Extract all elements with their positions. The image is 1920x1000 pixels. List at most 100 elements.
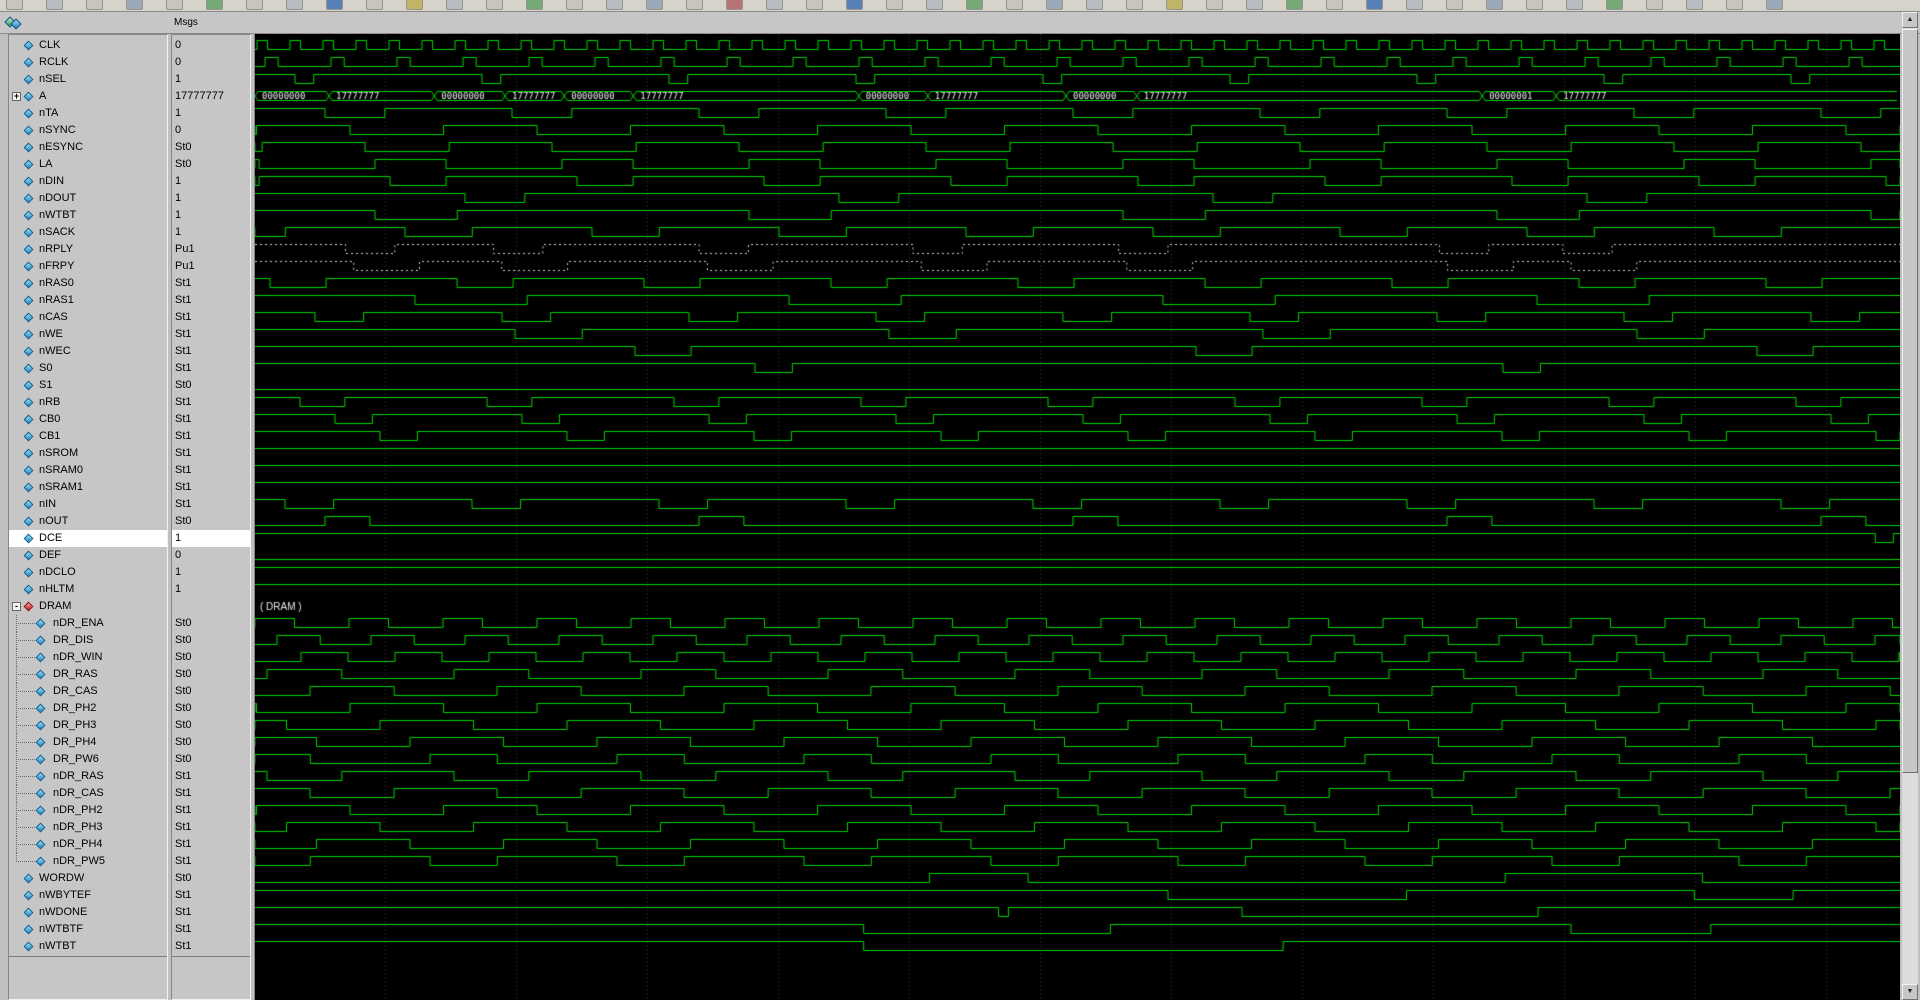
signal-row-LA[interactable]: LA (9, 156, 167, 173)
signal-value-nRAS1[interactable]: St1 (172, 292, 250, 309)
signal-row-nWTBT[interactable]: nWTBT (9, 938, 167, 955)
signal-value-nDR_PH4[interactable]: St1 (172, 836, 250, 853)
signal-row-nCAS[interactable]: nCAS (9, 309, 167, 326)
collapse-icon[interactable]: - (12, 602, 21, 611)
signal-row-DRAM[interactable]: -DRAM (9, 598, 167, 615)
signal-value-nDIN[interactable]: 1 (172, 173, 250, 190)
toolbar-icon-fragment[interactable] (1606, 0, 1623, 10)
signal-row-nRB[interactable]: nRB (9, 394, 167, 411)
toolbar-icon-fragment[interactable] (1646, 0, 1663, 10)
signal-row-nWTBT[interactable]: nWTBT (9, 207, 167, 224)
signal-row-nWE[interactable]: nWE (9, 326, 167, 343)
signal-value-nDR_PH2[interactable]: St1 (172, 802, 250, 819)
toolbar-icon-fragment[interactable] (6, 0, 23, 10)
signal-row-nFRPY[interactable]: nFRPY (9, 258, 167, 275)
signal-value-DR_PH4[interactable]: St0 (172, 734, 250, 751)
signal-value-nESYNC[interactable]: St0 (172, 139, 250, 156)
signal-value-nSYNC[interactable]: 0 (172, 122, 250, 139)
signal-value-RCLK[interactable]: 0 (172, 54, 250, 71)
toolbar-icon-fragment[interactable] (1006, 0, 1023, 10)
signal-value-nSACK[interactable]: 1 (172, 224, 250, 241)
toolbar-icon-fragment[interactable] (1766, 0, 1783, 10)
toolbar-icon-fragment[interactable] (766, 0, 783, 10)
signal-row-nSYNC[interactable]: nSYNC (9, 122, 167, 139)
toolbar-icon-fragment[interactable] (1406, 0, 1423, 10)
signal-value-nDR_ENA[interactable]: St0 (172, 615, 250, 632)
signal-row-nDCLO[interactable]: nDCLO (9, 564, 167, 581)
signal-row-S1[interactable]: S1 (9, 377, 167, 394)
toolbar-icon-fragment[interactable] (606, 0, 623, 10)
toolbar-icon-fragment[interactable] (286, 0, 303, 10)
signal-row-nWDONE[interactable]: nWDONE (9, 904, 167, 921)
signal-value-DR_PW6[interactable]: St0 (172, 751, 250, 768)
signal-row-DR_PH3[interactable]: DR_PH3 (9, 717, 167, 734)
signal-value-nRAS0[interactable]: St1 (172, 275, 250, 292)
signal-row-nHLTM[interactable]: nHLTM (9, 581, 167, 598)
toolbar-icon-fragment[interactable] (166, 0, 183, 10)
signal-value-DR_RAS[interactable]: St0 (172, 666, 250, 683)
toolbar-icon-fragment[interactable] (1686, 0, 1703, 10)
signal-row-CB1[interactable]: CB1 (9, 428, 167, 445)
toolbar-icon-fragment[interactable] (806, 0, 823, 10)
toolbar-icon-fragment[interactable] (1086, 0, 1103, 10)
toolbar-icon-fragment[interactable] (886, 0, 903, 10)
signal-value-A[interactable]: 17777777 (172, 88, 250, 105)
signal-row-nSACK[interactable]: nSACK (9, 224, 167, 241)
signal-value-nTA[interactable]: 1 (172, 105, 250, 122)
toolbar-icon-fragment[interactable] (966, 0, 983, 10)
signal-value-nDCLO[interactable]: 1 (172, 564, 250, 581)
signal-row-nTA[interactable]: nTA (9, 105, 167, 122)
toolbar-icon-fragment[interactable] (366, 0, 383, 10)
signal-row-RCLK[interactable]: RCLK (9, 54, 167, 71)
signal-row-nDR_PH4[interactable]: nDR_PH4 (9, 836, 167, 853)
toolbar-icon-fragment[interactable] (326, 0, 343, 10)
toolbar-icon-fragment[interactable] (126, 0, 143, 10)
toolbar-icon-fragment[interactable] (1326, 0, 1343, 10)
signal-value-CB1[interactable]: St1 (172, 428, 250, 445)
signal-value-LA[interactable]: St0 (172, 156, 250, 173)
signal-row-nSRAM0[interactable]: nSRAM0 (9, 462, 167, 479)
toolbar-icon-fragment[interactable] (1126, 0, 1143, 10)
signal-row-nOUT[interactable]: nOUT (9, 513, 167, 530)
signal-row-DR_CAS[interactable]: DR_CAS (9, 683, 167, 700)
signal-value-nWTBT[interactable]: 1 (172, 207, 250, 224)
toolbar-icon-fragment[interactable] (1046, 0, 1063, 10)
signal-row-DEF[interactable]: DEF (9, 547, 167, 564)
signal-value-DR_PH3[interactable]: St0 (172, 717, 250, 734)
toolbar-icon-fragment[interactable] (1286, 0, 1303, 10)
toolbar-icon-fragment[interactable] (1206, 0, 1223, 10)
waveform-canvas[interactable] (255, 34, 1900, 1000)
signal-value-nDR_WIN[interactable]: St0 (172, 649, 250, 666)
signal-row-nWTBTF[interactable]: nWTBTF (9, 921, 167, 938)
toolbar-icon-fragment[interactable] (46, 0, 63, 10)
signal-value-nCAS[interactable]: St1 (172, 309, 250, 326)
signal-row-nRAS1[interactable]: nRAS1 (9, 292, 167, 309)
signal-value-nWEC[interactable]: St1 (172, 343, 250, 360)
signal-row-A[interactable]: +A (9, 88, 167, 105)
toolbar-icon-fragment[interactable] (406, 0, 423, 10)
signal-row-nRPLY[interactable]: nRPLY (9, 241, 167, 258)
signal-value-DR_PH2[interactable]: St0 (172, 700, 250, 717)
signal-value-DRAM[interactable] (172, 598, 250, 615)
signal-row-nWEC[interactable]: nWEC (9, 343, 167, 360)
scroll-up-button[interactable]: ▲ (1902, 12, 1918, 28)
signal-row-nDR_ENA[interactable]: nDR_ENA (9, 615, 167, 632)
scroll-down-button[interactable]: ▼ (1902, 984, 1918, 1000)
toolbar-icon-fragment[interactable] (1366, 0, 1383, 10)
signal-row-DR_PW6[interactable]: DR_PW6 (9, 751, 167, 768)
signal-value-nFRPY[interactable]: Pu1 (172, 258, 250, 275)
signal-value-CB0[interactable]: St1 (172, 411, 250, 428)
signal-value-DEF[interactable]: 0 (172, 547, 250, 564)
signal-row-nDR_WIN[interactable]: nDR_WIN (9, 649, 167, 666)
signal-value-nSROM[interactable]: St1 (172, 445, 250, 462)
signal-value-nOUT[interactable]: St0 (172, 513, 250, 530)
toolbar-icon-fragment[interactable] (1726, 0, 1743, 10)
toolbar-icon-fragment[interactable] (1566, 0, 1583, 10)
signal-row-nSROM[interactable]: nSROM (9, 445, 167, 462)
vertical-scrollbar[interactable]: ▲ ▼ (1902, 12, 1918, 1000)
signal-row-DR_DIS[interactable]: DR_DIS (9, 632, 167, 649)
signal-value-S1[interactable]: St0 (172, 377, 250, 394)
toolbar-icon-fragment[interactable] (1486, 0, 1503, 10)
signal-row-CB0[interactable]: CB0 (9, 411, 167, 428)
signal-value-nDOUT[interactable]: 1 (172, 190, 250, 207)
